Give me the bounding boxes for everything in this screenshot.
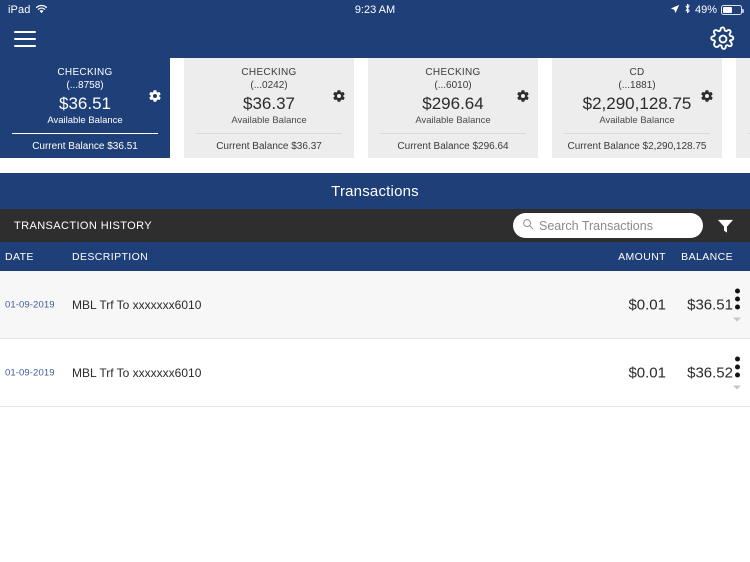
current-balance-label: Current Balance $36.51 xyxy=(32,140,138,152)
transaction-amount: $0.01 xyxy=(628,296,666,313)
page-title: Transactions xyxy=(331,182,419,200)
account-type-label: CD xyxy=(629,66,645,78)
location-arrow-icon xyxy=(670,4,680,17)
transaction-description: MBL Trf To xxxxxxx6010 xyxy=(72,365,202,380)
column-header-date: DATE xyxy=(5,250,34,263)
account-card-summary: CHECKING (...8758) $36.51 Available Bala… xyxy=(0,58,170,133)
transactions-table-body: 01-09-2019 MBL Trf To xxxxxxx6010 $0.01 … xyxy=(0,271,750,562)
transaction-date[interactable]: 01-09-2019 xyxy=(5,367,67,378)
available-balance-label: Available Balance xyxy=(47,114,123,126)
bluetooth-icon xyxy=(684,3,691,17)
transaction-balance: $36.52 xyxy=(687,364,733,381)
available-balance-label: Available Balance xyxy=(415,114,491,126)
transaction-date[interactable]: 01-09-2019 xyxy=(5,299,67,310)
table-row[interactable]: 01-09-2019 MBL Trf To xxxxxxx6010 $0.01 … xyxy=(0,271,750,339)
hamburger-menu-icon[interactable] xyxy=(14,31,36,47)
account-mask-label: (...8758) xyxy=(66,79,104,91)
account-card-next-partial[interactable] xyxy=(736,58,750,158)
current-balance-label: Current Balance $296.64 xyxy=(397,140,509,152)
account-card-summary-partial xyxy=(736,58,750,133)
ios-status-bar: iPad 9:23 AM 49% xyxy=(0,0,750,20)
account-card-checking-8758[interactable]: CHECKING (...8758) $36.51 Available Bala… xyxy=(0,58,170,158)
wifi-icon xyxy=(35,4,48,17)
row-more-vertical-icon[interactable] xyxy=(729,356,745,389)
current-balance-label: Current Balance $36.37 xyxy=(216,140,322,152)
current-balance-partial xyxy=(736,134,750,158)
account-settings-gear-icon[interactable] xyxy=(148,89,162,103)
transaction-history-label: TRANSACTION HISTORY xyxy=(14,219,152,232)
table-row[interactable]: 01-09-2019 MBL Trf To xxxxxxx6010 $0.01 … xyxy=(0,339,750,407)
battery-percent-label: 49% xyxy=(694,4,717,16)
account-cards-carousel[interactable]: CHECKING (...8758) $36.51 Available Bala… xyxy=(0,58,750,160)
available-balance-amount: $296.64 xyxy=(422,93,484,113)
filter-icon[interactable] xyxy=(717,218,734,234)
status-bar-right: 49% xyxy=(670,3,744,17)
account-type-label: CHECKING xyxy=(241,66,297,78)
account-type-label: CHECKING xyxy=(425,66,481,78)
search-input[interactable] xyxy=(539,218,694,233)
row-chevron-down-icon[interactable] xyxy=(733,317,741,321)
account-card-summary: CHECKING (...6010) $296.64 Available Bal… xyxy=(368,58,538,133)
account-type-label: CHECKING xyxy=(57,66,113,78)
account-mask-label: (...0242) xyxy=(250,79,288,91)
account-settings-gear-icon[interactable] xyxy=(516,89,530,103)
transaction-description: MBL Trf To xxxxxxx6010 xyxy=(72,297,202,312)
available-balance-label: Available Balance xyxy=(599,114,675,126)
account-card-cd-1881[interactable]: CD (...1881) $2,290,128.75 Available Bal… xyxy=(552,58,722,158)
transaction-history-toolbar: TRANSACTION HISTORY xyxy=(0,209,750,242)
row-chevron-down-icon[interactable] xyxy=(733,385,741,389)
column-header-description: DESCRIPTION xyxy=(72,250,149,263)
status-bar-left: iPad xyxy=(8,4,48,17)
available-balance-amount: $36.51 xyxy=(59,93,111,113)
transaction-amount: $0.01 xyxy=(628,364,666,381)
search-transactions-field[interactable] xyxy=(513,213,703,238)
search-icon xyxy=(522,217,534,235)
battery-icon xyxy=(721,5,744,15)
app-nav-bar xyxy=(0,20,750,58)
transactions-table-header: DATE DESCRIPTION AMOUNT BALANCE xyxy=(0,242,750,271)
account-mask-label: (...1881) xyxy=(618,79,656,91)
account-settings-gear-icon[interactable] xyxy=(700,89,714,103)
available-balance-amount: $36.37 xyxy=(243,93,295,113)
available-balance-amount: $2,290,128.75 xyxy=(582,93,692,113)
account-card-checking-6010[interactable]: CHECKING (...6010) $296.64 Available Bal… xyxy=(368,58,538,158)
transactions-title-bar: Transactions xyxy=(0,173,750,209)
account-card-summary: CD (...1881) $2,290,128.75 Available Bal… xyxy=(552,58,722,133)
available-balance-label: Available Balance xyxy=(231,114,307,126)
row-more-vertical-icon[interactable] xyxy=(729,288,745,321)
account-settings-gear-icon[interactable] xyxy=(332,89,346,103)
transaction-balance: $36.51 xyxy=(687,296,733,313)
status-clock: 9:23 AM xyxy=(354,4,396,16)
account-mask-label: (...6010) xyxy=(434,79,472,91)
current-balance-label: Current Balance $2,290,128.75 xyxy=(567,140,707,152)
column-header-amount: AMOUNT xyxy=(618,250,666,263)
settings-gear-icon[interactable] xyxy=(710,26,736,52)
column-header-balance: BALANCE xyxy=(681,250,733,263)
app-root: iPad 9:23 AM 49% CHECKING (...8758) $36.… xyxy=(0,0,750,562)
status-device-label: iPad xyxy=(8,4,31,16)
account-card-checking-0242[interactable]: CHECKING (...0242) $36.37 Available Bala… xyxy=(184,58,354,158)
account-card-summary: CHECKING (...0242) $36.37 Available Bala… xyxy=(184,58,354,133)
